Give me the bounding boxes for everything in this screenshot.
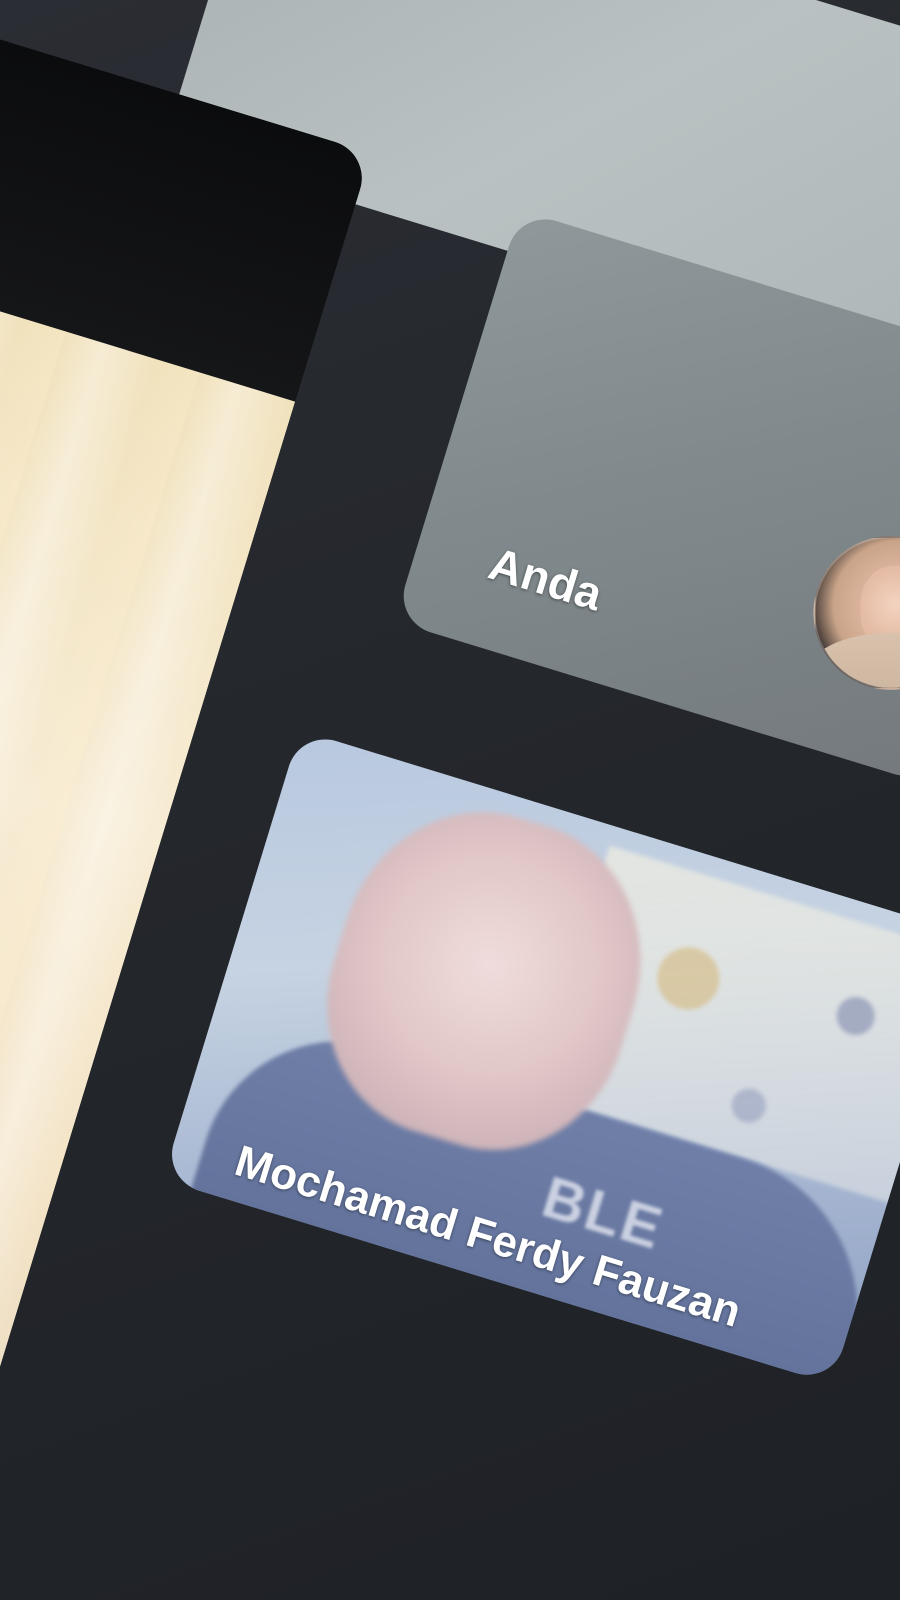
self-name-label: Anda xyxy=(483,536,609,621)
avatar-hijab xyxy=(813,632,900,690)
video-call-screen: Anda BLE Mochamad Ferdy Fauzan xyxy=(0,0,900,1600)
main-video-curtain xyxy=(0,208,296,1492)
self-avatar xyxy=(813,535,900,690)
remote-participant-tile[interactable]: BLE Mochamad Ferdy Fauzan xyxy=(162,730,900,1385)
participant-grid: Anda BLE Mochamad Ferdy Fauzan xyxy=(0,0,900,1600)
